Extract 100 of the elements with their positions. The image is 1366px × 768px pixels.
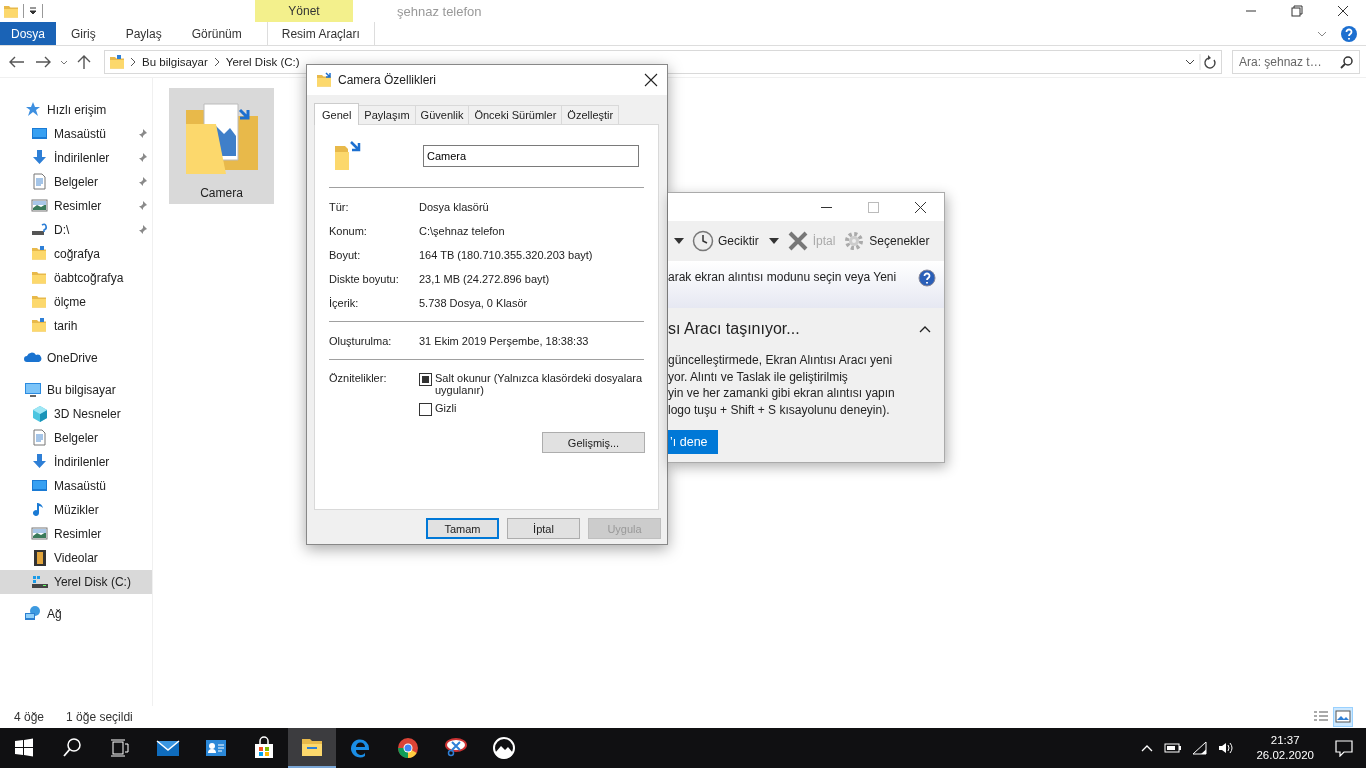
try-button[interactable]: ’ı dene — [668, 430, 718, 454]
nav-item[interactable]: Bu bilgisayar — [0, 378, 152, 402]
nav-item[interactable]: Yerel Disk (C:) — [0, 570, 152, 594]
nav-item[interactable]: İndirilenler — [0, 146, 152, 170]
maximize-icon — [868, 201, 879, 213]
nav-item[interactable]: Belgeler — [0, 170, 152, 194]
nav-item[interactable]: Belgeler — [0, 426, 152, 450]
nav-item[interactable]: tarih — [0, 314, 152, 338]
nav-item[interactable]: Ağ — [0, 602, 152, 626]
nav-item[interactable]: D:\ — [0, 218, 152, 242]
download-arrow-icon — [31, 453, 49, 471]
property-label: İçerik: — [329, 297, 360, 309]
folder-icon — [31, 245, 49, 263]
checkbox[interactable] — [419, 373, 432, 386]
taskbar-button[interactable] — [288, 728, 336, 768]
nav-item[interactable]: ölçme — [0, 290, 152, 314]
dialog-button[interactable]: İptal — [507, 518, 580, 539]
property-label: Diskte boyutu: — [329, 273, 400, 285]
battery-icon[interactable] — [1164, 741, 1183, 755]
picture-icon — [31, 197, 49, 215]
gear-icon — [843, 230, 866, 252]
dropdown-icon[interactable] — [28, 5, 38, 17]
shopping-bag-icon — [252, 736, 276, 760]
folder-icon — [31, 293, 49, 311]
property-value: Dosya klasörü — [419, 201, 490, 213]
notice-heading: sı Aracı taşınıyor... — [668, 320, 800, 338]
property-label: Boyut: — [329, 249, 362, 261]
nav-item[interactable]: Masaüstü — [0, 122, 152, 146]
folder-icon — [109, 53, 125, 70]
breadcrumb-item[interactable]: Yerel Disk (C:) — [224, 55, 301, 68]
nav-item[interactable]: öabtcoğrafya — [0, 266, 152, 290]
notice-text-line: yin ve her zamanki gibi ekran alıntısı yapın — [668, 385, 896, 402]
document-icon — [31, 173, 49, 191]
close-icon[interactable] — [915, 201, 926, 213]
ribbon-tab[interactable]: Paylaş — [110, 22, 177, 45]
ribbon-tab[interactable]: Resim Araçları — [266, 22, 375, 45]
star-icon — [24, 101, 42, 119]
checkbox-label[interactable]: Gizli — [435, 402, 645, 414]
nav-item[interactable]: OneDrive — [0, 346, 152, 370]
checkbox-label[interactable]: Salt okunur (Yalnızca klasördeki dosyalara uygulanır) — [435, 372, 645, 396]
mountain-icon — [492, 736, 516, 760]
wifi-icon[interactable] — [1192, 741, 1209, 755]
nav-item[interactable]: Hızlı erişim — [0, 98, 152, 122]
film-icon — [31, 549, 49, 567]
notice-text-line: yor. Alıntı ve Taslak ile geliştirilmiş — [668, 368, 849, 385]
close-icon[interactable] — [644, 73, 658, 87]
help-icon[interactable] — [918, 269, 936, 287]
property-value: 5.738 Dosya, 0 Klasör — [419, 297, 529, 309]
property-label: Tür: — [329, 201, 350, 213]
ribbon-tab[interactable]: Dosya — [0, 22, 56, 45]
dropdown-icon[interactable] — [674, 237, 684, 245]
item-count: 4 öğe — [14, 710, 45, 724]
property-label: Oluşturulma: — [329, 335, 393, 347]
breadcrumb-item[interactable]: Bu bilgisayar — [141, 55, 209, 68]
contextual-tab-header: Yönet — [255, 0, 353, 22]
checkbox[interactable] — [419, 403, 432, 416]
ribbon-tab[interactable]: Görünüm — [176, 22, 257, 45]
computer-icon — [24, 381, 42, 399]
hint-text: arak ekran alıntısı modunu seçin veya Yeni — [668, 269, 897, 284]
nav-item[interactable]: Müzikler — [0, 498, 152, 522]
search-field[interactable]: Ara: şehnaz t… — [1232, 49, 1360, 74]
browser-circle-icon — [396, 736, 420, 760]
dropdown-icon[interactable] — [768, 237, 779, 245]
name-field[interactable]: Camera — [423, 145, 639, 167]
large-icons-view-icon[interactable] — [1334, 708, 1352, 726]
nav-item[interactable]: 3D Nesneler — [0, 402, 152, 426]
task-view-icon[interactable] — [108, 736, 132, 760]
download-arrow-icon — [31, 149, 49, 167]
document-icon — [31, 429, 49, 447]
notice-text-line: logo tuşu + Shift + S kısayolunu deneyin). — [668, 401, 891, 418]
property-label: Öznitelikler: — [329, 372, 388, 386]
advanced-button[interactable]: Gelişmiş... — [542, 432, 645, 453]
nav-item[interactable]: coğrafya — [0, 242, 152, 266]
property-value: 164 TB (180.710.355.320.203 bayt) — [419, 249, 594, 261]
dialog-tab[interactable]: Özelleştir — [561, 105, 620, 124]
property-value: 31 Ekim 2019 Perşembe, 18:38:33 — [419, 335, 590, 347]
nav-item[interactable]: Videolar — [0, 546, 152, 570]
toolbar-button[interactable]: Geciktir — [692, 230, 759, 252]
cancel-x-icon — [786, 230, 809, 252]
folder-item[interactable]: Camera — [169, 88, 274, 204]
drive-icon — [31, 573, 49, 591]
help-icon[interactable] — [1340, 24, 1358, 43]
collapse-icon[interactable] — [918, 324, 932, 334]
folder-icon — [316, 72, 332, 88]
notice-text-line: güncelleştirmede, Ekran Alıntısı Aracı yeni — [668, 352, 894, 369]
ribbon-tab[interactable]: Giriş — [56, 22, 111, 45]
property-value: C:\şehnaz telefon — [419, 225, 506, 237]
dialog-tab[interactable]: Genel — [314, 103, 360, 125]
dialog-tab[interactable]: Paylaşım — [358, 105, 416, 124]
clock[interactable]: 21:37 26.02.2020 — [1256, 733, 1314, 763]
window-title: şehnaz telefon — [397, 3, 483, 19]
nav-item[interactable]: Masaüstü — [0, 474, 152, 498]
nav-item[interactable]: Resimler — [0, 522, 152, 546]
nav-item[interactable]: İndirilenler — [0, 450, 152, 474]
dialog-button[interactable]: Tamam — [426, 518, 499, 539]
picture-icon — [31, 525, 49, 543]
nav-item[interactable]: Resimler — [0, 194, 152, 218]
toolbar-button[interactable]: Seçenekler — [843, 230, 930, 252]
notification-icon[interactable] — [1334, 739, 1354, 757]
folder-icon — [31, 269, 49, 287]
